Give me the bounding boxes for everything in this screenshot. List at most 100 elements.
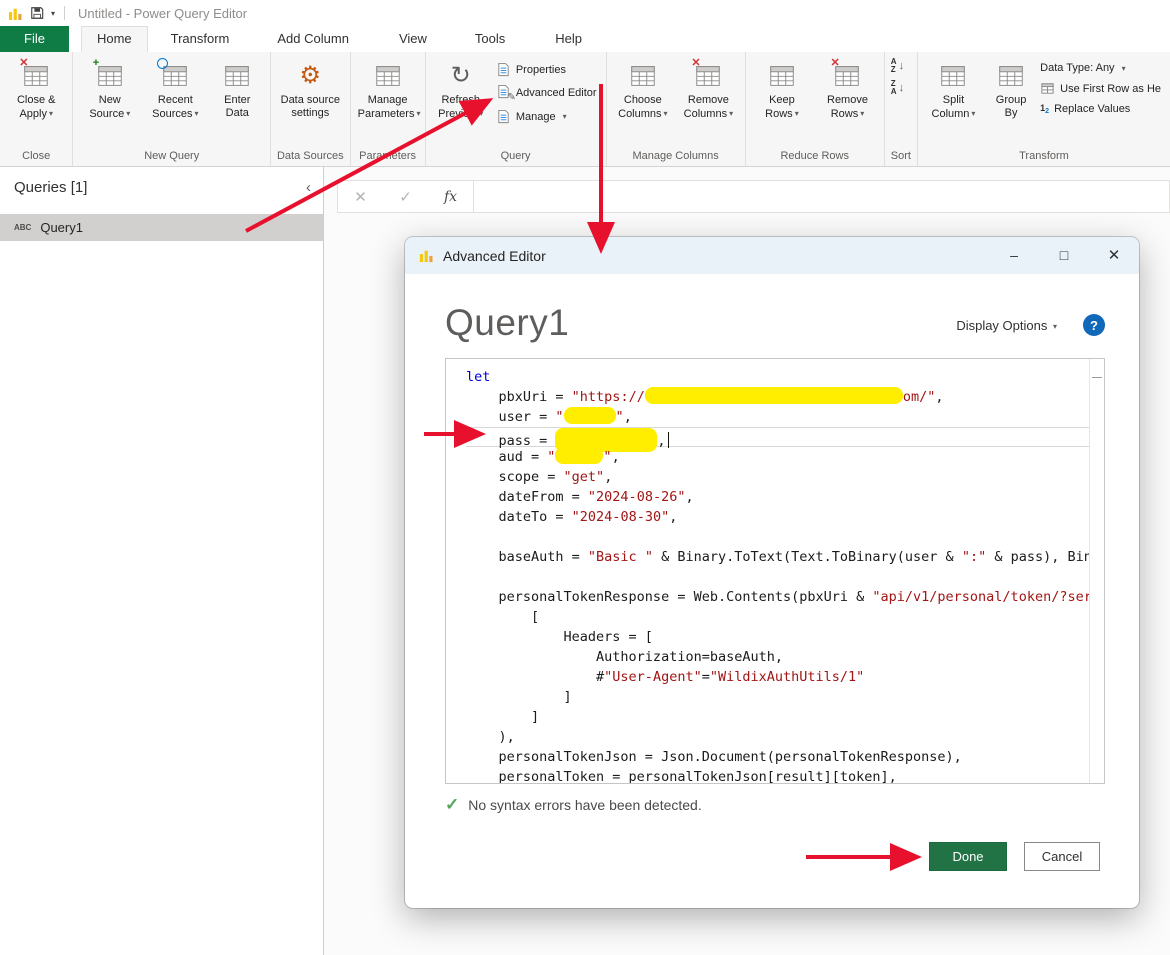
- replace-values-icon: 12: [1040, 103, 1049, 115]
- commit-entry-icon[interactable]: ✓: [383, 181, 428, 212]
- data-type-dropdown[interactable]: Data Type: Any ▾: [1040, 62, 1161, 74]
- code-scrollbar[interactable]: [1089, 359, 1104, 783]
- choose-columns-button[interactable]: Choose Columns▾: [612, 55, 675, 124]
- remove-columns-icon: ✕: [693, 58, 723, 94]
- done-button[interactable]: Done: [929, 842, 1007, 871]
- group-label-sort: Sort: [885, 149, 917, 166]
- window-title: Untitled - Power Query Editor: [78, 6, 247, 21]
- use-first-row-button[interactable]: Use First Row as He: [1040, 81, 1161, 96]
- advanced-editor-dialog: Advanced Editor – □ ✕ Query1 Display Opt…: [405, 237, 1139, 908]
- enter-data-button[interactable]: Enter Data: [210, 55, 265, 123]
- status-message: No syntax errors have been detected.: [468, 797, 701, 813]
- recent-sources-button[interactable]: Recent Sources▾: [144, 55, 207, 124]
- tab-tools[interactable]: Tools: [460, 26, 520, 52]
- cancel-entry-icon[interactable]: ✕: [338, 181, 383, 212]
- formula-input[interactable]: [474, 180, 1170, 213]
- fx-icon[interactable]: fx: [428, 181, 473, 212]
- powerbi-logo-icon: [8, 6, 23, 21]
- sort-az-icon: AZ: [891, 58, 897, 74]
- abc-text-icon: ABC: [14, 223, 31, 232]
- group-by-button[interactable]: Group By: [987, 55, 1035, 123]
- split-column-button[interactable]: Split Column▾: [923, 55, 984, 124]
- chevron-down-icon: ▾: [49, 109, 53, 118]
- chevron-down-icon: ▾: [195, 109, 199, 118]
- minimize-button[interactable]: –: [989, 237, 1039, 274]
- ribbon-group-data-sources: ⚙ Data source settings Data Sources: [271, 52, 351, 166]
- display-options-dropdown[interactable]: Display Options ▾: [956, 318, 1057, 333]
- queries-pane-title: Queries [1]: [14, 179, 87, 196]
- help-icon[interactable]: ?: [1083, 314, 1105, 336]
- queries-pane: Queries [1] ‹ ABC Query1: [0, 167, 324, 955]
- query-list-item[interactable]: ABC Query1: [0, 214, 323, 241]
- ribbon-group-transform: Split Column▾ Group By Data Type: Any ▾ …: [918, 52, 1170, 166]
- advanced-editor-button[interactable]: ✎ Advanced Editor: [496, 84, 597, 102]
- group-label-data-sources: Data Sources: [271, 149, 350, 166]
- keep-rows-button[interactable]: Keep Rows▾: [751, 55, 814, 124]
- refresh-preview-button[interactable]: ↻ Refresh Preview▾: [431, 55, 491, 124]
- keep-rows-icon: [767, 58, 797, 94]
- tab-transform[interactable]: Transform: [156, 26, 245, 52]
- ribbon-group-close: ✕ Close & Apply▾ Close: [0, 52, 73, 166]
- arrow-down-icon: ↓: [899, 60, 905, 72]
- remove-columns-button[interactable]: ✕ Remove Columns▾: [677, 55, 740, 124]
- query-item-label: Query1: [40, 220, 83, 235]
- group-label-close: Close: [0, 149, 72, 166]
- properties-icon: [496, 62, 511, 77]
- tab-file[interactable]: File: [0, 26, 69, 52]
- group-label-manage-columns: Manage Columns: [607, 149, 745, 166]
- use-first-row-icon: [1040, 81, 1055, 96]
- arrow-down-icon: ↓: [899, 82, 905, 94]
- chevron-down-icon: ▾: [1053, 322, 1057, 331]
- ribbon-group-new-query: + New Source▾ Recent Sources▾ Enter Data…: [73, 52, 270, 166]
- chevron-down-icon: ▾: [795, 109, 799, 118]
- window-titlebar: ▾ Untitled - Power Query Editor: [0, 0, 1170, 26]
- remove-rows-icon: ✕: [832, 58, 862, 94]
- refresh-icon: ↻: [451, 58, 471, 94]
- replace-values-button[interactable]: 12 Replace Values: [1040, 103, 1161, 115]
- split-column-icon: [938, 58, 968, 94]
- collapse-pane-icon[interactable]: ‹: [306, 179, 311, 196]
- group-by-icon: [996, 58, 1026, 94]
- remove-rows-button[interactable]: ✕ Remove Rows▾: [816, 55, 879, 124]
- group-label-transform: Transform: [918, 149, 1170, 166]
- sort-ascending-button[interactable]: AZ ↓: [891, 58, 904, 74]
- quick-access-dropdown-icon[interactable]: ▾: [51, 9, 55, 18]
- manage-parameters-button[interactable]: Manage Parameters▾: [356, 55, 420, 124]
- menubar: File Home Transform Add Column View Tool…: [0, 26, 1170, 52]
- sort-za-icon: ZA: [891, 80, 897, 96]
- properties-button[interactable]: Properties: [496, 62, 597, 77]
- recent-sources-icon: [160, 58, 190, 94]
- titlebar-separator: [64, 6, 65, 20]
- close-button[interactable]: ✕: [1089, 237, 1139, 274]
- group-label-query: Query: [426, 149, 606, 166]
- code-editor[interactable]: let pbxUri = "https://om/", user = "", p…: [445, 358, 1105, 784]
- code-content[interactable]: let pbxUri = "https://om/", user = "", p…: [446, 359, 1090, 783]
- tab-view[interactable]: View: [384, 26, 442, 52]
- dialog-titlebar[interactable]: Advanced Editor – □ ✕: [405, 237, 1139, 274]
- cancel-button[interactable]: Cancel: [1024, 842, 1100, 871]
- maximize-button[interactable]: □: [1039, 237, 1089, 274]
- group-label-new-query: New Query: [73, 149, 269, 166]
- new-source-button[interactable]: + New Source▾: [78, 55, 141, 124]
- pencil-icon: ✎: [507, 92, 515, 103]
- sort-descending-button[interactable]: ZA ↓: [891, 80, 904, 96]
- dialog-query-name: Query1: [445, 302, 569, 344]
- manage-button[interactable]: Manage ▾: [496, 109, 597, 124]
- close-and-apply-button[interactable]: ✕ Close & Apply▾: [5, 55, 67, 124]
- syntax-status: ✓ No syntax errors have been detected.: [445, 795, 1105, 815]
- gear-icon: ⚙: [300, 58, 322, 94]
- advanced-editor-icon: ✎: [496, 84, 511, 102]
- data-source-settings-button[interactable]: ⚙ Data source settings: [276, 55, 345, 123]
- manage-icon: [496, 109, 511, 124]
- save-icon[interactable]: [30, 6, 44, 20]
- chevron-down-icon: ▾: [971, 109, 975, 118]
- close-and-apply-icon: ✕: [21, 58, 51, 94]
- enter-data-icon: [222, 58, 252, 94]
- ribbon-group-sort: AZ ↓ ZA ↓ Sort: [885, 52, 918, 166]
- tab-help[interactable]: Help: [540, 26, 597, 52]
- tab-add-column[interactable]: Add Column: [262, 26, 364, 52]
- tab-home[interactable]: Home: [81, 26, 148, 52]
- dialog-title: Advanced Editor: [443, 248, 989, 264]
- formula-bar: ✕ ✓ fx: [337, 180, 1170, 213]
- group-label-parameters: Parameters: [351, 149, 425, 166]
